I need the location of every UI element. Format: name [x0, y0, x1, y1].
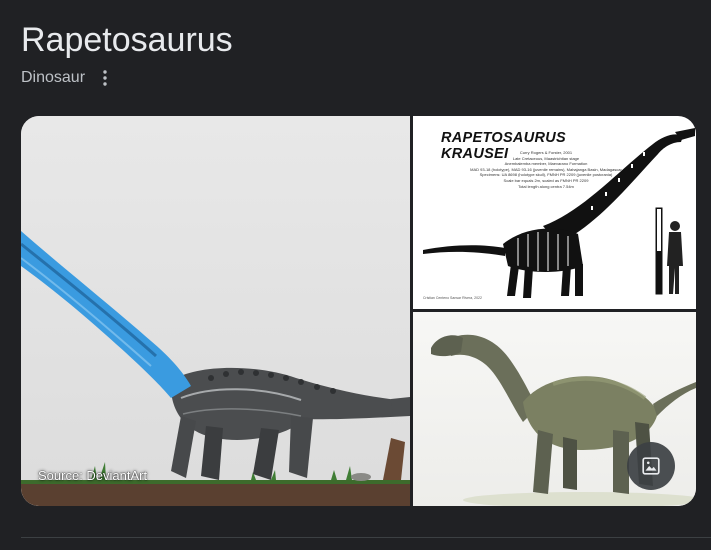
main-dinosaur-image[interactable]: Source: DeviantArt — [21, 116, 410, 506]
image-icon — [642, 457, 660, 475]
image-gallery: Source: DeviantArt RAPETOSAURUS KRAUSEI … — [21, 116, 696, 506]
more-vert-icon — [103, 70, 107, 86]
sauropod-illustration — [21, 116, 410, 506]
view-images-button[interactable] — [627, 442, 675, 490]
skeleton-silhouette — [423, 128, 695, 298]
page-title: Rapetosaurus — [21, 21, 233, 59]
skeletal-credit: Cristian Centeno Sansar Rivera, 2022 — [423, 296, 482, 300]
section-divider — [21, 537, 711, 538]
image-source-label: Source: DeviantArt — [38, 468, 148, 483]
subtitle-row: Dinosaur — [21, 66, 113, 90]
more-options-button[interactable] — [97, 67, 113, 89]
entity-type: Dinosaur — [21, 69, 86, 86]
skeletal-diagram-image[interactable]: RAPETOSAURUS KRAUSEI Curry Rogers & Fors… — [413, 116, 696, 309]
